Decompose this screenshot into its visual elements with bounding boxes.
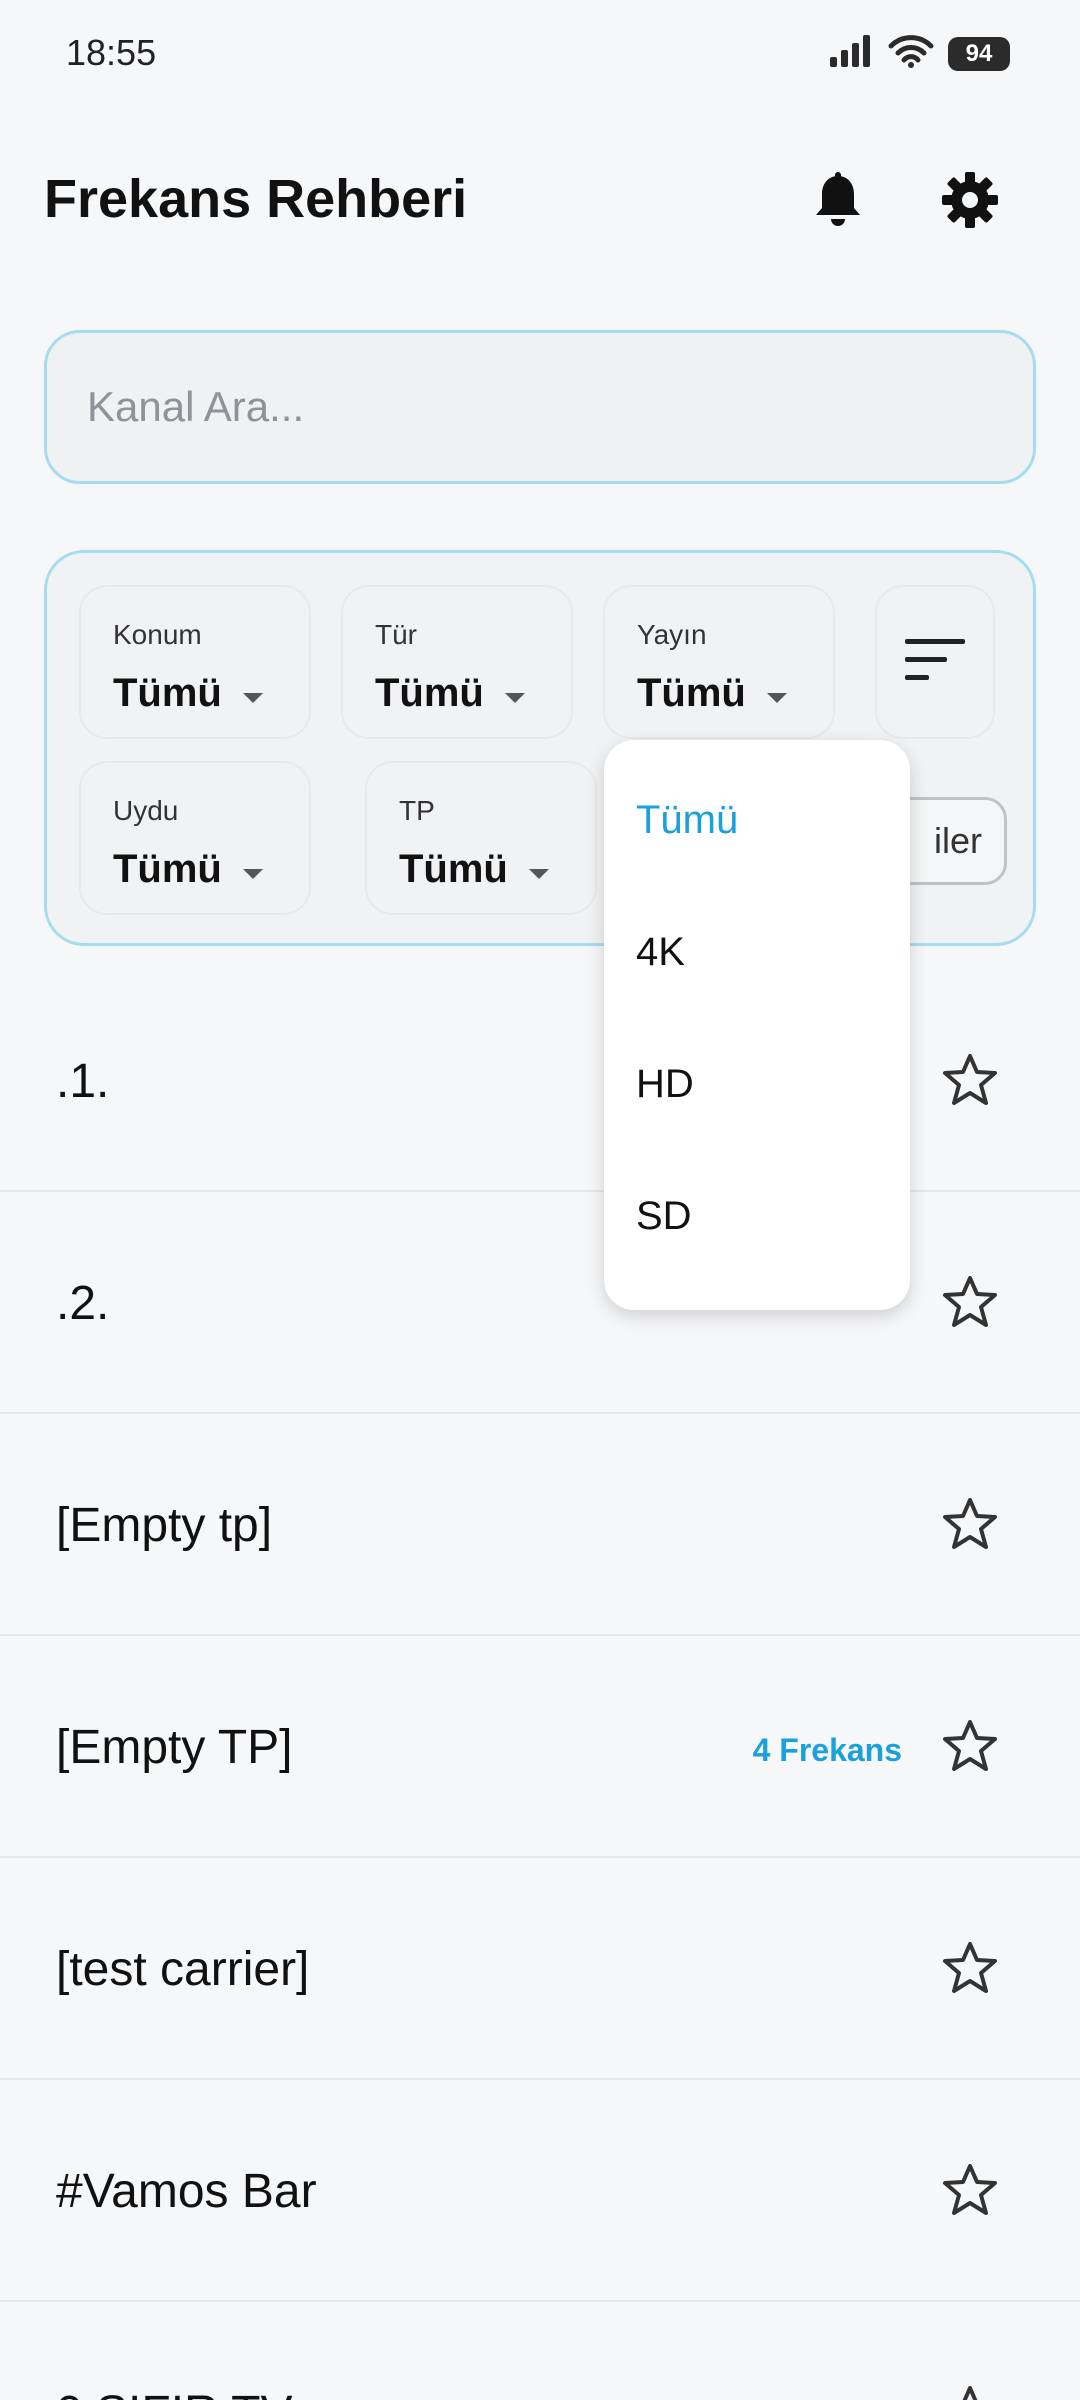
filter-uydu-label: Uydu (113, 795, 179, 826)
star-icon (943, 1942, 997, 1993)
dropdown-option-sd[interactable]: SD (636, 1194, 692, 1239)
chevron-down-icon (243, 693, 263, 703)
filter-uydu-value: Tümü (113, 847, 222, 891)
list-item[interactable]: [Empty TP] 4 Frekans (0, 1636, 1080, 1858)
star-icon (962, 2386, 978, 2400)
list-item[interactable]: #Vamos Bar (0, 2080, 1080, 2302)
filter-konum[interactable]: Konum Tümü (79, 585, 311, 739)
channel-list: .1. .2. [Empty tp] [Empty TP] 4 Frekans … (0, 970, 1080, 2400)
star-icon (943, 2164, 997, 2215)
status-bar: 18:55 94 (0, 0, 1080, 110)
dropdown-option-4k[interactable]: 4K (636, 930, 685, 975)
channel-name: .2. (56, 1277, 110, 1330)
list-item[interactable]: 0 SIFIR TV (0, 2302, 1080, 2400)
filter-uydu[interactable]: Uydu Tümü (79, 761, 311, 915)
filter-konum-label: Konum (113, 619, 202, 650)
filter-konum-value: Tümü (113, 671, 222, 715)
channel-name: [test carrier] (56, 1943, 310, 1996)
settings-button[interactable] (936, 168, 1004, 236)
favorite-button[interactable] (940, 2160, 1000, 2220)
favorite-button[interactable] (940, 1938, 1000, 1998)
gear-icon (942, 171, 998, 233)
channel-name: [Empty TP] (56, 1721, 293, 1774)
filter-tp-value: Tümü (399, 847, 508, 891)
chevron-down-icon (529, 869, 549, 879)
search-input[interactable] (87, 333, 987, 481)
star-icon (943, 1276, 997, 1327)
filter-tp[interactable]: TP Tümü (365, 761, 597, 915)
filter-tur[interactable]: Tür Tümü (341, 585, 573, 739)
favorite-button[interactable] (940, 1272, 1000, 1332)
filter-yayin[interactable]: Yayın Tümü (603, 585, 835, 739)
list-item[interactable]: .1. (0, 970, 1080, 1192)
search-box (44, 330, 1036, 484)
chevron-down-icon (243, 869, 263, 879)
list-item[interactable]: [Empty tp] (0, 1414, 1080, 1636)
favorite-button[interactable] (940, 1494, 1000, 1554)
battery-icon: 94 (948, 36, 1010, 71)
sort-button[interactable] (875, 585, 995, 739)
star-icon (943, 1498, 997, 1549)
favorite-button[interactable] (940, 1050, 1000, 1110)
list-item[interactable]: [test carrier] (0, 1858, 1080, 2080)
wifi-icon (888, 34, 934, 73)
bell-icon (813, 171, 863, 233)
channel-name: .1. (56, 1055, 110, 1108)
filter-yayin-value: Tümü (637, 671, 746, 715)
notifications-button[interactable] (804, 168, 872, 236)
dropdown-option-hd[interactable]: HD (636, 1062, 694, 1107)
star-icon (943, 1054, 997, 1105)
broadcast-dropdown-menu: Tümü 4K HD SD (604, 740, 910, 1310)
signal-icon (830, 35, 874, 72)
chevron-down-icon (505, 693, 525, 703)
status-icons: 94 (830, 34, 1010, 73)
star-icon (943, 1720, 997, 1771)
status-time: 18:55 (66, 32, 157, 73)
channel-name: [Empty tp] (56, 1499, 273, 1552)
chevron-down-icon (767, 693, 787, 703)
channel-name: #Vamos Bar (56, 2165, 317, 2218)
page-title: Frekans Rehberi (44, 169, 468, 229)
filter-yayin-label: Yayın (637, 619, 707, 650)
favorite-button[interactable] (940, 2382, 1000, 2400)
app-bar: Frekans Rehberi (0, 150, 1080, 250)
filter-tur-value: Tümü (375, 671, 484, 715)
filter-tp-label: TP (399, 795, 435, 826)
favorite-button[interactable] (940, 1716, 1000, 1776)
channel-name: 0 SIFIR TV (56, 2386, 293, 2400)
sort-icon (905, 638, 965, 686)
list-item[interactable]: .2. (0, 1192, 1080, 1414)
filter-tur-label: Tür (375, 619, 417, 650)
frequency-count-badge: 4 Frekans (752, 1732, 902, 1768)
dropdown-option-tumu[interactable]: Tümü (636, 798, 738, 843)
